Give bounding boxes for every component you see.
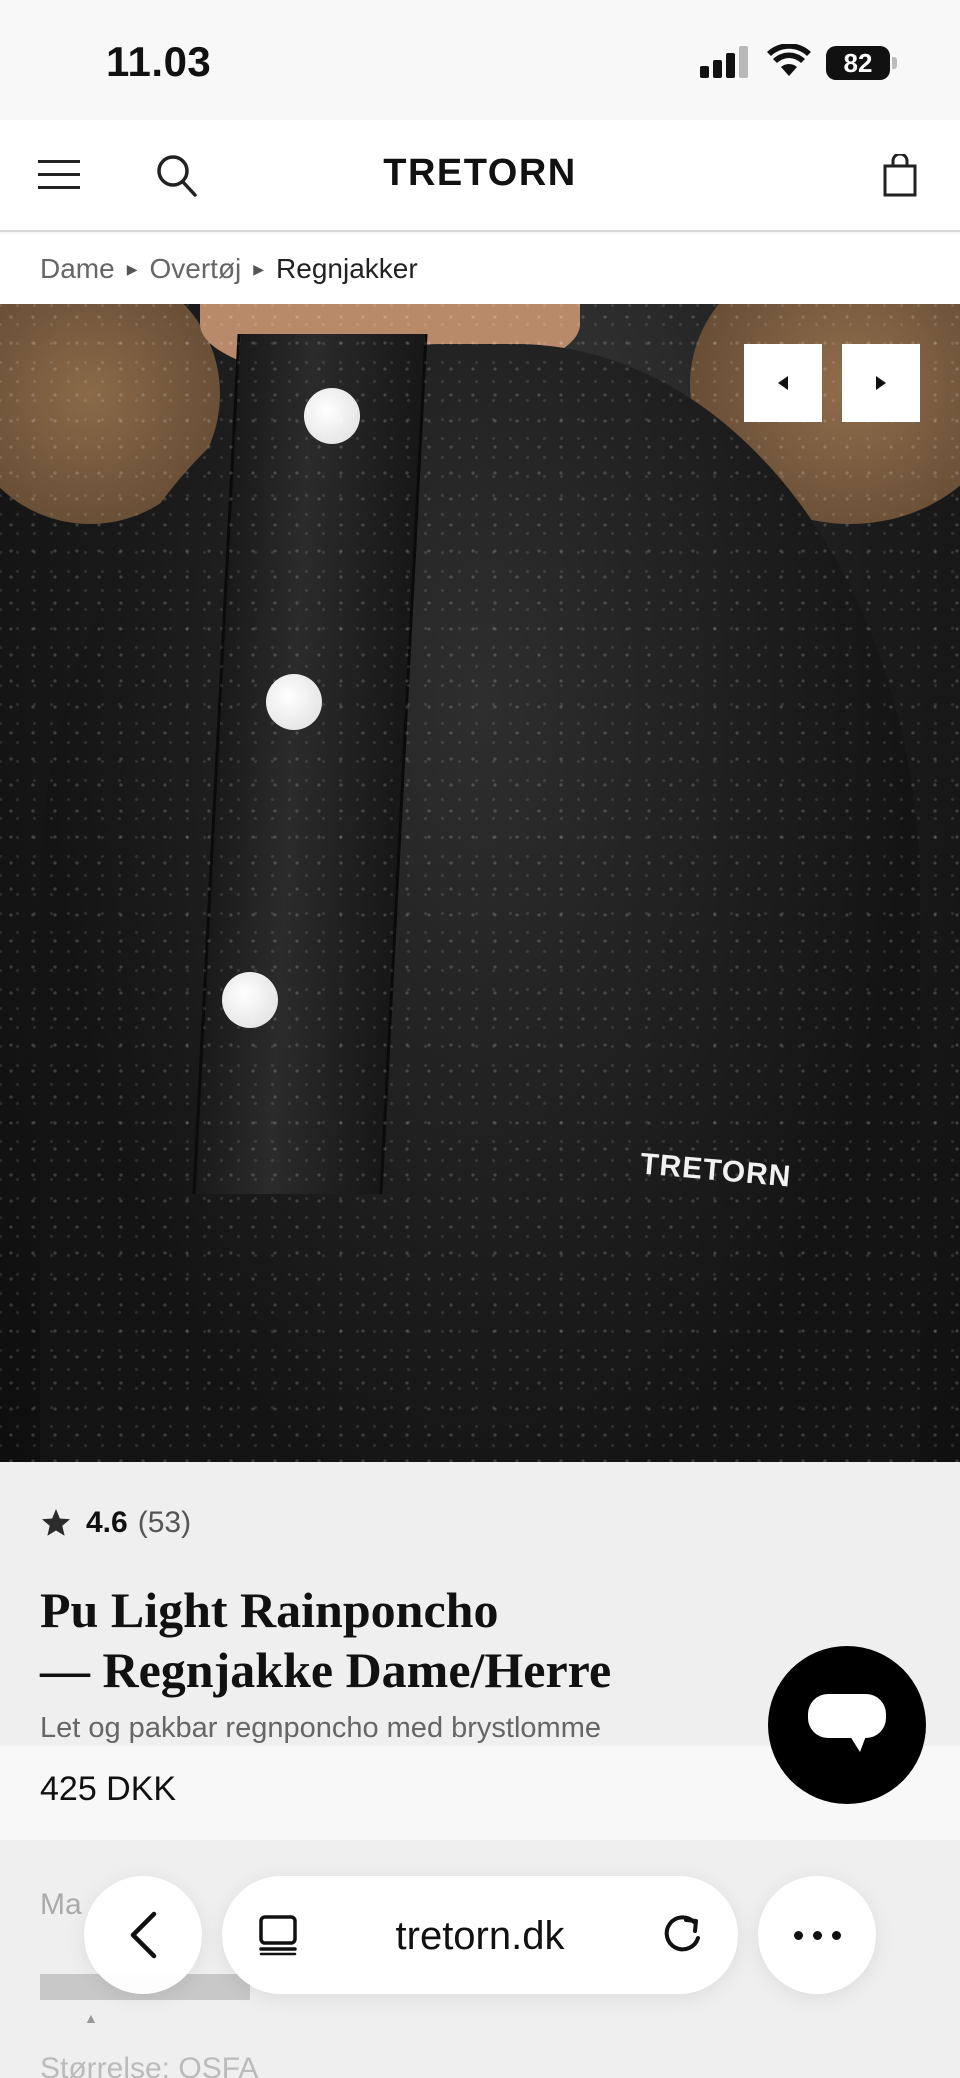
status-bar: 11.03 82 xyxy=(0,0,960,120)
rating-count: (53) xyxy=(137,1506,192,1539)
star-icon xyxy=(42,1509,70,1536)
chat-icon xyxy=(808,1694,886,1752)
breadcrumb-separator-icon: ▶ xyxy=(253,260,265,277)
caret-left-icon xyxy=(778,376,788,390)
browser-back-button[interactable] xyxy=(84,1876,202,1994)
rain-drops-texture xyxy=(0,304,960,1462)
brand-logo[interactable]: TRETORN xyxy=(0,152,960,195)
wifi-icon xyxy=(767,44,811,76)
product-title-line2: — Regnjakke Dame/Herre xyxy=(40,1642,612,1698)
product-rating[interactable]: 4.6 (53) xyxy=(40,1506,191,1540)
signal-icon xyxy=(700,46,750,78)
more-icon xyxy=(793,1930,803,1940)
breadcrumb-item-overtoj[interactable]: Overtøj xyxy=(149,253,241,285)
image-prev-button[interactable] xyxy=(744,344,822,422)
reload-icon[interactable] xyxy=(660,1912,704,1958)
battery-level: 82 xyxy=(826,46,890,80)
caret-right-icon xyxy=(876,376,886,390)
rating-value: 4.6 xyxy=(86,1506,128,1539)
back-icon xyxy=(130,1911,157,1959)
site-header: TRETORN xyxy=(0,120,960,232)
color-label: Ma xyxy=(40,1888,82,1921)
product-image[interactable]: TRETORN xyxy=(0,304,960,1462)
image-next-button[interactable] xyxy=(842,344,920,422)
product-price: 425 DKK xyxy=(40,1770,177,1808)
more-button[interactable] xyxy=(758,1876,876,1994)
url-bar[interactable]: tretorn.dk xyxy=(222,1876,738,1994)
breadcrumb-item-dame[interactable]: Dame xyxy=(40,253,115,285)
size-label: Størrelse: OSFA xyxy=(40,2052,259,2078)
product-title: Pu Light Rainponcho — Regnjakke Dame/Her… xyxy=(40,1580,760,1700)
breadcrumb-separator-icon: ▶ xyxy=(126,260,138,277)
breadcrumb-item-regnjakker[interactable]: Regnjakker xyxy=(276,253,418,285)
caret-up-icon: ▲ xyxy=(84,2010,98,2026)
chat-button[interactable] xyxy=(768,1646,926,1804)
product-title-line1: Pu Light Rainponcho xyxy=(40,1582,499,1638)
status-time: 11.03 xyxy=(106,38,212,85)
battery-icon: 82 xyxy=(826,46,897,80)
breadcrumb: Dame ▶ Overtøj ▶ Regnjakker xyxy=(0,234,960,304)
product-subtitle: Let og pakbar regnponcho med brystlomme xyxy=(40,1712,601,1744)
bag-icon[interactable] xyxy=(882,154,918,198)
